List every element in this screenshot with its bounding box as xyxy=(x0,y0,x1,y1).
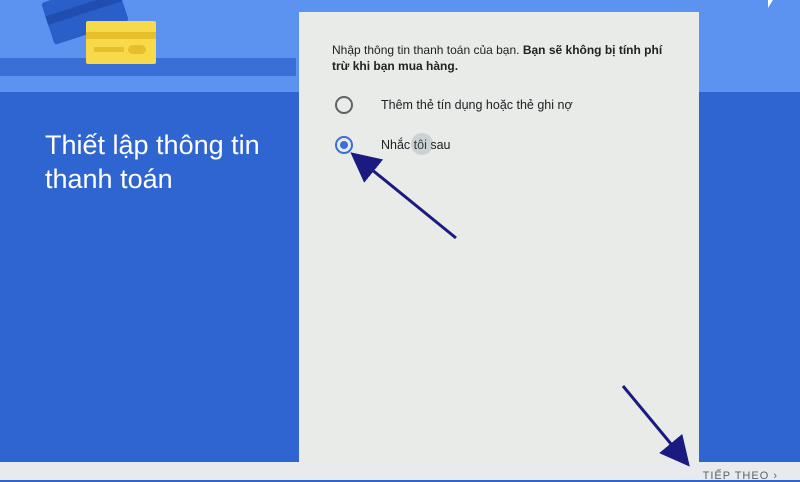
payment-options-panel: Nhập thông tin thanh toán của bạn. Bạn s… xyxy=(299,12,699,464)
intro-text: Nhập thông tin thanh toán của bạn. Bạn s… xyxy=(332,42,677,74)
radio-add-card[interactable] xyxy=(335,96,353,114)
cursor-icon xyxy=(768,0,774,8)
radio-remind-later[interactable] xyxy=(335,136,353,154)
intro-normal: Nhập thông tin thanh toán của bạn. xyxy=(332,43,520,57)
click-ripple xyxy=(411,133,433,155)
page-title: Thiết lập thông tin thanh toán xyxy=(45,130,260,194)
next-button-label[interactable]: TIẾP THEO xyxy=(703,470,770,482)
next-button[interactable]: TIẾP THEO › xyxy=(703,470,778,482)
chevron-right-icon: › xyxy=(773,470,778,482)
option-add-card[interactable]: Thêm thẻ tín dụng hoặc thẻ ghi nợ xyxy=(335,96,573,114)
footer-bar: TIẾP THEO › xyxy=(0,462,800,482)
option-remind-later[interactable]: Nhắc tôi sau xyxy=(335,136,450,154)
option-add-card-label[interactable]: Thêm thẻ tín dụng hoặc thẻ ghi nợ xyxy=(381,98,573,112)
credit-card-icon xyxy=(86,21,156,64)
